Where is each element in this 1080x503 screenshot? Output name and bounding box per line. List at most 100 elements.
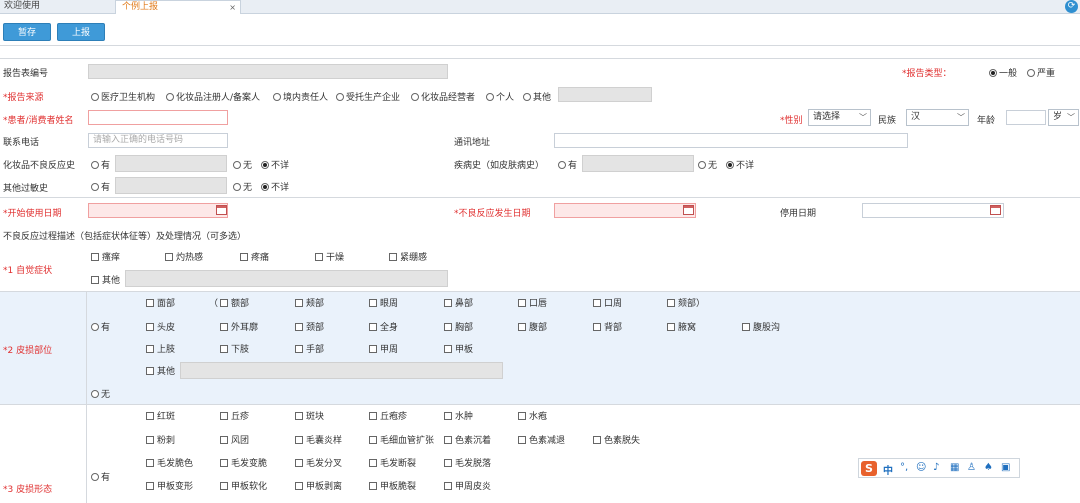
sec3-option[interactable]: 甲板剥离 — [295, 479, 342, 492]
sec2-option[interactable]: 颊部 — [295, 296, 324, 309]
cosmetic-history-input[interactable] — [115, 155, 227, 172]
submit-button[interactable]: 上报 — [57, 23, 105, 41]
sec1-option[interactable]: 灼热感 — [165, 250, 203, 263]
grid-icon[interactable]: ▣ — [1001, 462, 1010, 473]
user-icon[interactable]: ♙ — [967, 462, 976, 473]
sec3-option[interactable]: 毛发脱落 — [444, 456, 491, 469]
allergy-history-no[interactable]: 无 — [233, 180, 252, 193]
mic-icon[interactable]: ♪ — [933, 462, 939, 473]
disease-history-no[interactable]: 无 — [698, 158, 717, 171]
source-option-medical[interactable]: 医疗卫生机构 — [91, 90, 155, 103]
sec1-other[interactable]: 其他 — [91, 273, 120, 286]
sec3-option[interactable]: 红斑 — [146, 409, 175, 422]
sec2-option[interactable]: 手部 — [295, 342, 324, 355]
sec1-other-input[interactable] — [125, 270, 448, 287]
address-input[interactable] — [554, 133, 908, 148]
sec1-option[interactable]: 疼痛 — [240, 250, 269, 263]
close-icon[interactable]: × — [229, 1, 236, 14]
sec3-option[interactable]: 毛囊炎样 — [295, 433, 342, 446]
allergy-history-unknown[interactable]: 不详 — [261, 180, 289, 193]
tab-welcome[interactable]: 欢迎使用 — [0, 0, 110, 14]
sec3-option[interactable]: 毛发分叉 — [295, 456, 342, 469]
source-option-domestic[interactable]: 境内责任人 — [273, 90, 328, 103]
sec2-option[interactable]: 额部 — [220, 296, 249, 309]
sec2-option[interactable]: 腋窝 — [667, 320, 696, 333]
save-draft-button[interactable]: 暂存 — [3, 23, 51, 41]
cosmetic-history-unknown[interactable]: 不详 — [261, 158, 289, 171]
sec2-option[interactable]: 鼻部 — [444, 296, 473, 309]
calendar-icon[interactable] — [683, 205, 694, 215]
sec3-option[interactable]: 毛发脆色 — [146, 456, 193, 469]
allergy-history-input[interactable] — [115, 177, 227, 194]
report-no-input[interactable] — [88, 64, 448, 79]
sec1-option[interactable]: 瘙痒 — [91, 250, 120, 263]
sec3-option[interactable]: 丘疱疹 — [369, 409, 407, 422]
sec3-option[interactable]: 毛发变脆 — [220, 456, 267, 469]
sec2-option[interactable]: 眼周 — [369, 296, 398, 309]
sec2-option[interactable]: 口唇 — [518, 296, 547, 309]
sec3-option[interactable]: 甲板软化 — [220, 479, 267, 492]
sec2-option[interactable]: 上肢 — [146, 342, 175, 355]
sec3-option[interactable]: 水肿 — [444, 409, 473, 422]
punct-icon[interactable]: °, — [900, 462, 908, 473]
age-unit-select[interactable]: 岁 ﹀ — [1048, 109, 1079, 126]
sec2-option[interactable]: 甲周 — [369, 342, 398, 355]
sec2-option[interactable]: 颏部） — [667, 296, 705, 309]
sec2-no[interactable]: 无 — [91, 387, 110, 400]
sec3-option[interactable]: 丘疹 — [220, 409, 249, 422]
source-option-contractor[interactable]: 受托生产企业 — [336, 90, 400, 103]
sec3-yes[interactable]: 有 — [91, 470, 110, 483]
ime-mode[interactable]: 中 — [883, 462, 893, 477]
sec3-option[interactable]: 甲板脆裂 — [369, 479, 416, 492]
sec2-option[interactable]: 口周 — [593, 296, 622, 309]
ethnic-select[interactable]: 汉 ﹀ — [906, 109, 969, 126]
emoji-icon[interactable]: ☺ — [916, 462, 926, 473]
disease-history-unknown[interactable]: 不详 — [726, 158, 754, 171]
gender-select[interactable]: 请选择 ﹀ — [808, 109, 871, 126]
sec2-option[interactable]: 胸部 — [444, 320, 473, 333]
sec3-option[interactable]: 风团 — [220, 433, 249, 446]
sec2-other-input[interactable] — [180, 362, 503, 379]
report-type-general[interactable]: 一般 — [989, 66, 1017, 79]
source-option-registrant[interactable]: 化妆品注册人/备案人 — [166, 90, 260, 103]
sec3-option[interactable]: 色素沉着 — [444, 433, 491, 446]
patient-name-input[interactable] — [88, 110, 228, 125]
sec2-option[interactable]: 全身 — [369, 320, 398, 333]
shirt-icon[interactable]: ♠ — [984, 462, 993, 473]
age-input[interactable] — [1006, 110, 1046, 125]
sec1-option[interactable]: 干燥 — [315, 250, 344, 263]
sec1-option[interactable]: 紧绷感 — [389, 250, 427, 263]
sec2-option[interactable]: 腹部 — [518, 320, 547, 333]
calendar-icon[interactable] — [216, 205, 227, 215]
sec2-option[interactable]: 外耳廓 — [220, 320, 258, 333]
sec3-option[interactable]: 色素减退 — [518, 433, 565, 446]
adverse-date-input[interactable] — [554, 203, 696, 218]
source-option-dealer[interactable]: 化妆品经营者 — [411, 90, 475, 103]
sec3-option[interactable]: 斑块 — [295, 409, 324, 422]
stop-date-input[interactable] — [862, 203, 1004, 218]
keyboard-icon[interactable]: ▦ — [950, 462, 959, 473]
phone-input[interactable]: 请输入正确的电话号码 — [88, 133, 228, 148]
source-option-other[interactable]: 其他 — [523, 90, 551, 103]
sec3-option[interactable]: 色素脱失 — [593, 433, 640, 446]
disease-history-yes[interactable]: 有 — [558, 158, 577, 171]
sec2-option[interactable]: 背部 — [593, 320, 622, 333]
tab-case-report[interactable]: 个例上报 × — [115, 0, 241, 14]
sec3-option[interactable]: 毛发断裂 — [369, 456, 416, 469]
calendar-icon[interactable] — [990, 205, 1001, 215]
sec3-option[interactable]: 毛细血管扩张 — [369, 433, 434, 446]
ime-toolbar[interactable]: S 中 °, ☺ ♪ ▦ ♙ ♠ ▣ — [858, 458, 1020, 478]
cosmetic-history-no[interactable]: 无 — [233, 158, 252, 171]
source-option-individual[interactable]: 个人 — [486, 90, 514, 103]
source-other-input[interactable] — [558, 87, 652, 102]
sec3-option[interactable]: 甲周皮炎 — [444, 479, 491, 492]
sec3-option[interactable]: 粉刺 — [146, 433, 175, 446]
disease-history-input[interactable] — [582, 155, 694, 172]
allergy-history-yes[interactable]: 有 — [91, 180, 110, 193]
sec2-option[interactable]: 甲板 — [444, 342, 473, 355]
sec2-option[interactable]: 颈部 — [295, 320, 324, 333]
sec2-option[interactable]: 头皮 — [146, 320, 175, 333]
report-type-serious[interactable]: 严重 — [1027, 66, 1055, 79]
sec2-option[interactable]: 下肢 — [220, 342, 249, 355]
refresh-icon[interactable]: ⟳ — [1065, 0, 1078, 13]
